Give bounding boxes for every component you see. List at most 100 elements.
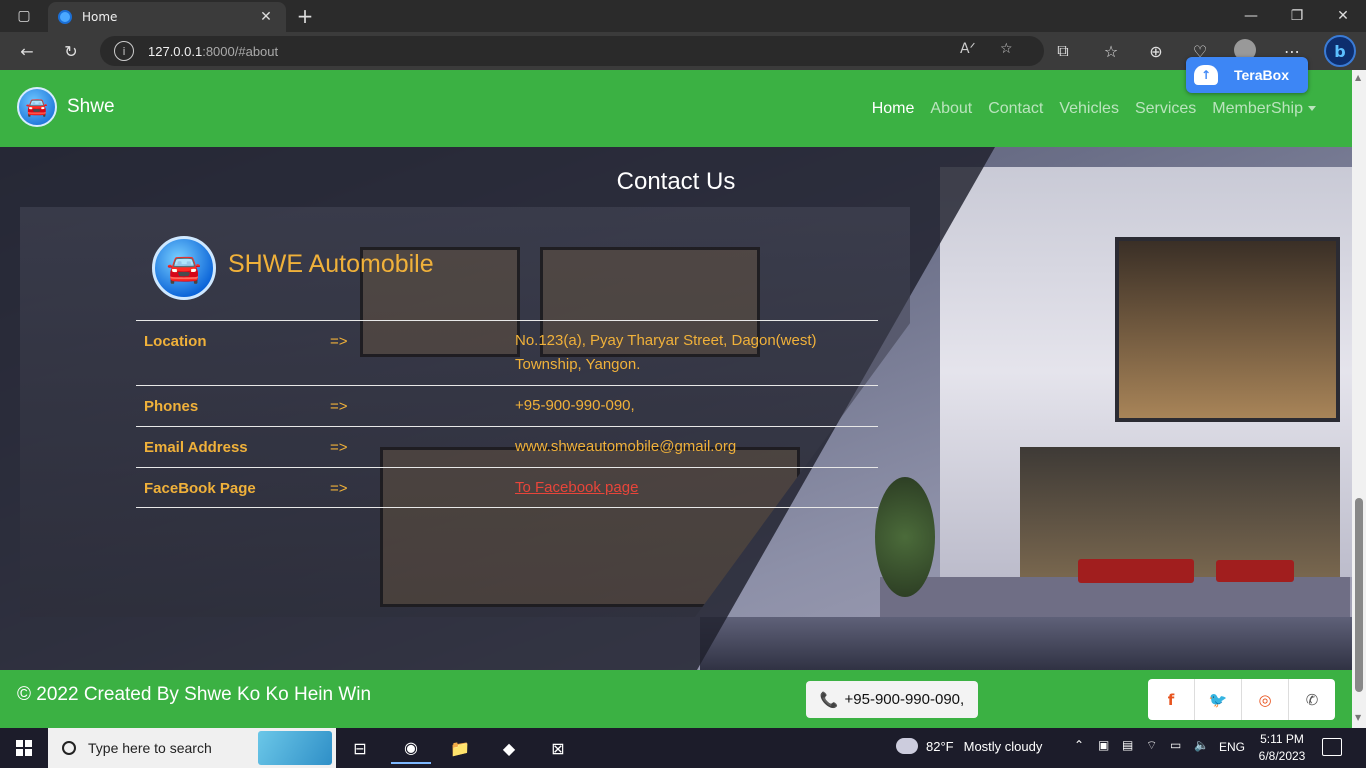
- favorite-star-icon[interactable]: ☆: [1000, 41, 1013, 57]
- whatsapp-icon[interactable]: ✆: [1289, 679, 1335, 720]
- social-links: f 🐦 ◎ ✆: [1148, 679, 1335, 720]
- nav-services[interactable]: Services: [1135, 100, 1196, 118]
- twitter-icon[interactable]: 🐦: [1195, 679, 1242, 720]
- tree: [875, 477, 935, 597]
- contact-label: Location: [144, 333, 207, 350]
- terabox-extension-button[interactable]: ↑ TeraBox: [1186, 57, 1308, 93]
- nav-contact[interactable]: Contact: [988, 100, 1043, 118]
- scroll-down-icon[interactable]: ▼: [1355, 714, 1363, 722]
- clock[interactable]: 5:11 PM 6/8/2023: [1254, 731, 1310, 765]
- nav-vehicles[interactable]: Vehicles: [1059, 100, 1119, 118]
- contact-label: Phones: [144, 398, 199, 415]
- clock-time: 5:11 PM: [1260, 732, 1304, 746]
- windows-taskbar: Type here to search ⊟ ◉ 📁 ◆ ⊠ 82°F Mostl…: [0, 728, 1366, 768]
- tray-app-icon[interactable]: ▣: [1098, 738, 1109, 752]
- instagram-icon[interactable]: ◎: [1242, 679, 1289, 720]
- scroll-thumb[interactable]: [1355, 498, 1363, 692]
- url-text[interactable]: 127.0.0.1:8000/#about: [148, 44, 278, 59]
- file-explorer-icon[interactable]: 📁: [440, 732, 480, 764]
- chevron-up-icon[interactable]: ⌃: [1074, 738, 1084, 752]
- cloud-icon: [894, 733, 918, 754]
- site-info-icon[interactable]: i: [114, 41, 134, 61]
- terabox-label: TeraBox: [1234, 67, 1289, 83]
- contact-title: Contact Us: [616, 168, 736, 195]
- wifi-icon[interactable]: ⌔: [1146, 738, 1157, 753]
- url-path: :8000/#about: [202, 43, 279, 59]
- favorites-icon[interactable]: ☆: [1098, 39, 1124, 63]
- notification-icon[interactable]: [1322, 738, 1342, 756]
- page-scrollbar[interactable]: ▲ ▼: [1352, 70, 1366, 728]
- refresh-icon[interactable]: ↻: [58, 39, 84, 63]
- tab-title: Home: [82, 10, 118, 24]
- contact-label: Email Address: [144, 439, 248, 456]
- clock-date: 6/8/2023: [1258, 749, 1306, 763]
- patio: [880, 577, 1350, 622]
- facebook-page-link[interactable]: To Facebook page: [515, 479, 638, 496]
- site-footer: © 2022 Created By Shwe Ko Ko Hein Win 📞 …: [0, 670, 1352, 728]
- edge-browser-icon[interactable]: ◉: [391, 732, 431, 764]
- phone-icon: 📞: [819, 691, 839, 709]
- contact-value: +95-900-990-090,: [515, 397, 635, 414]
- windows-logo-icon: [16, 740, 32, 756]
- extensions-icon[interactable]: ⧉: [1050, 39, 1076, 63]
- company-name: SHWE Automobile: [228, 250, 434, 278]
- url-host: 127.0.0.1: [148, 43, 203, 59]
- window-close-icon[interactable]: ✕: [1320, 4, 1366, 28]
- contact-value: No.123(a), Pyay Tharyar Street, Dagon(we…: [515, 332, 817, 373]
- contact-arrow: =>: [330, 333, 348, 350]
- search-icon: [62, 741, 76, 755]
- contact-arrow: =>: [330, 439, 348, 456]
- house-window: [1115, 237, 1340, 422]
- nav-home[interactable]: Home: [872, 100, 915, 118]
- copyright-text: © 2022 Created By Shwe Ko Ko Hein Win: [17, 684, 372, 705]
- browser-toolbar: ← ↻ i 127.0.0.1:8000/#about Aᐟ ☆ ⧉ ☆ ⊕ ♡…: [0, 32, 1366, 70]
- site-navbar: 🚘 Shwe Home About Contact Vehicles Servi…: [0, 70, 1352, 147]
- task-view-icon[interactable]: ⊟: [340, 732, 380, 764]
- bing-chat-icon[interactable]: b: [1324, 35, 1356, 67]
- minimize-icon[interactable]: —: [1228, 4, 1274, 28]
- car-logo-icon[interactable]: 🚘: [17, 87, 57, 127]
- contact-label: FaceBook Page: [144, 480, 256, 497]
- red-sofa-small: [1216, 560, 1294, 582]
- company-car-logo-icon: 🚘: [152, 236, 216, 300]
- tab-actions-icon[interactable]: ▢: [10, 5, 38, 27]
- nav-links: Home About Contact Vehicles Services Mem…: [872, 100, 1316, 118]
- contact-row-location: Location => No.123(a), Pyay Tharyar Stre…: [136, 320, 878, 385]
- page-viewport: 🚘 Shwe Home About Contact Vehicles Servi…: [0, 70, 1352, 728]
- nav-about[interactable]: About: [930, 100, 972, 118]
- contact-row-phones: Phones => +95-900-990-090,: [136, 385, 878, 426]
- weather-desc: Mostly cloudy: [963, 738, 1043, 754]
- xampp-icon[interactable]: ⊠: [538, 732, 578, 764]
- new-tab-icon[interactable]: +: [292, 3, 318, 29]
- restore-icon[interactable]: ❐: [1274, 4, 1320, 28]
- git-app-icon[interactable]: ◆: [489, 732, 529, 764]
- scroll-up-icon[interactable]: ▲: [1355, 74, 1363, 82]
- taskbar-search[interactable]: Type here to search: [48, 728, 336, 768]
- language-indicator[interactable]: ENG: [1219, 740, 1245, 754]
- volume-icon[interactable]: 🔈: [1194, 738, 1209, 752]
- contact-value: www.shweautomobile@gmail.org: [515, 438, 737, 455]
- read-aloud-icon[interactable]: Aᐟ: [960, 41, 976, 57]
- tab-close-icon[interactable]: ✕: [256, 9, 276, 25]
- cloud-upload-icon: ↑: [1194, 65, 1218, 85]
- search-highlight-image: [258, 731, 332, 765]
- weather-widget[interactable]: 82°F Mostly cloudy: [894, 733, 1043, 754]
- facebook-icon[interactable]: f: [1148, 679, 1195, 720]
- address-bar[interactable]: i 127.0.0.1:8000/#about Aᐟ ☆: [100, 36, 1044, 66]
- collections-icon[interactable]: ⊕: [1143, 39, 1169, 63]
- contact-value: To Facebook page: [515, 476, 875, 500]
- tray-app-icon[interactable]: ▤: [1122, 738, 1133, 752]
- brand-name[interactable]: Shwe: [67, 96, 115, 118]
- start-button[interactable]: [0, 728, 48, 768]
- browser-tab-bar: ▢ Home ✕ + — ❐ ✕: [0, 0, 1366, 32]
- browser-tab[interactable]: Home ✕: [48, 2, 286, 32]
- back-icon[interactable]: ←: [14, 39, 40, 63]
- red-sofa: [1078, 559, 1194, 583]
- phone-button[interactable]: 📞 +95-900-990-090,: [806, 681, 978, 718]
- search-placeholder: Type here to search: [88, 740, 212, 756]
- contact-table: Location => No.123(a), Pyay Tharyar Stre…: [136, 320, 878, 508]
- nav-membership-label: MemberShip: [1212, 100, 1303, 117]
- battery-icon[interactable]: ▭: [1170, 738, 1181, 752]
- contact-row-facebook: FaceBook Page => To Facebook page: [136, 467, 878, 508]
- nav-membership-dropdown[interactable]: MemberShip: [1212, 100, 1316, 118]
